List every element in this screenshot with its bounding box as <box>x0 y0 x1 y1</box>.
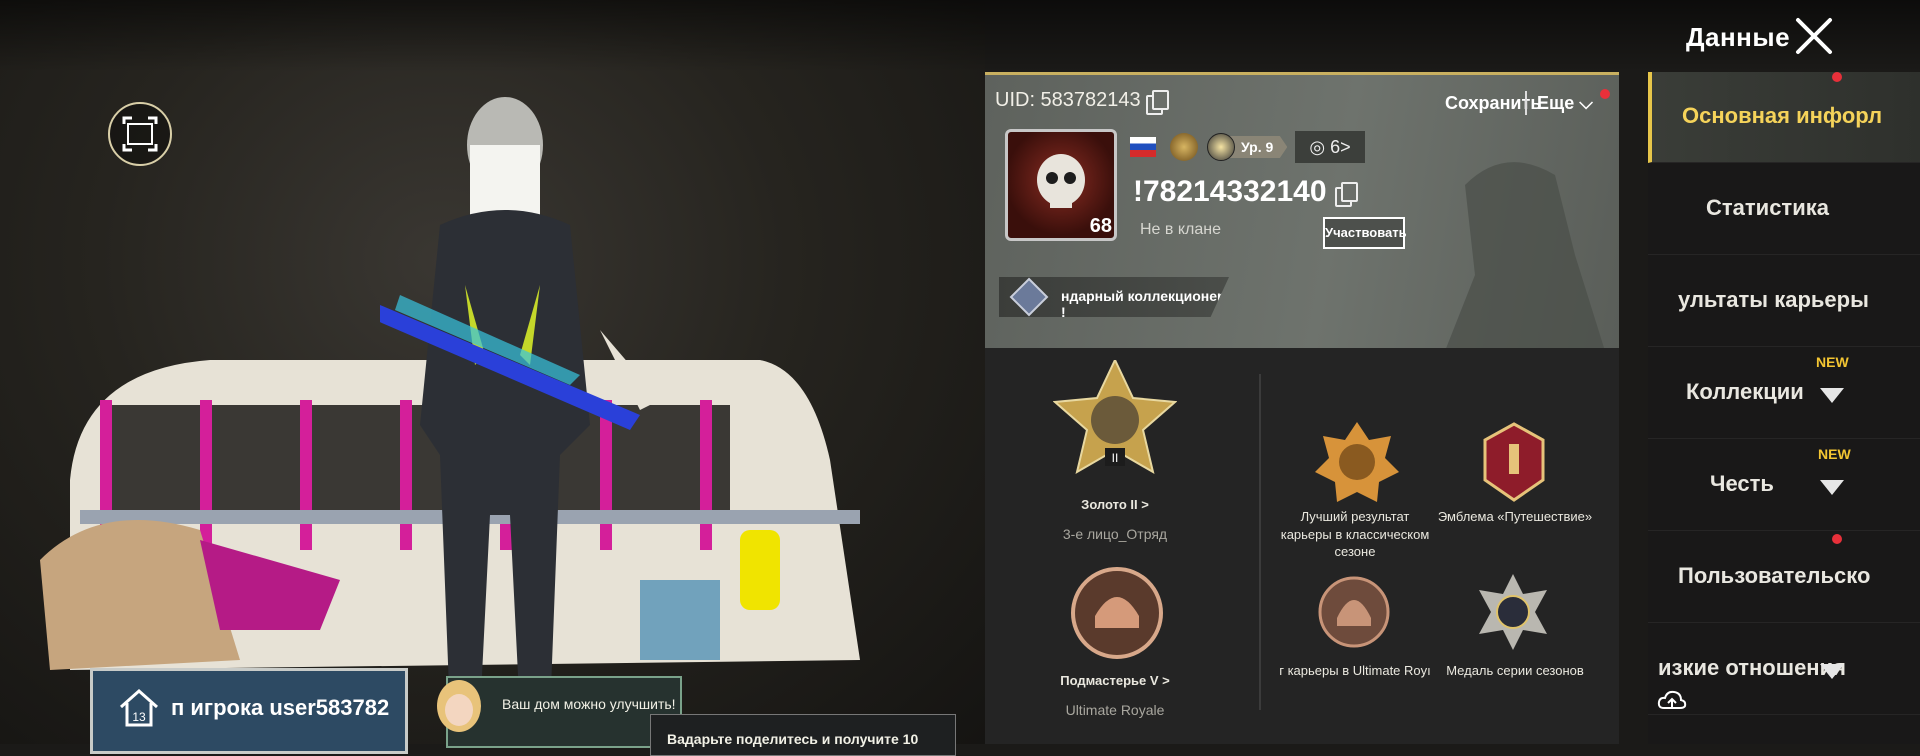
card-level: 13 <box>132 710 146 724</box>
career-ur-medal-icon[interactable] <box>1317 572 1391 650</box>
uid-text: UID: 583782143 <box>995 89 1141 111</box>
rank-roman-numeral: II <box>1112 451 1119 465</box>
fullscreen-button[interactable] <box>108 102 172 166</box>
chevron-down-icon: ⌵ <box>1579 93 1593 113</box>
sidebar-item-statistics[interactable]: Статистика <box>1648 164 1920 255</box>
compass-icon <box>1207 133 1235 161</box>
home-icon: 13 <box>120 688 158 727</box>
tier-icon: ◎ <box>1309 137 1326 157</box>
rank-badge-icon[interactable] <box>1170 133 1198 161</box>
copy-name-icon[interactable] <box>1334 182 1358 208</box>
soldier-silhouette <box>1445 162 1605 351</box>
close-icon[interactable] <box>1794 16 1834 56</box>
title-banner[interactable]: ндарный коллекционер ! <box>999 277 1229 317</box>
sidebar-item-label: Коллекции <box>1686 379 1804 404</box>
rank-gold-label[interactable]: Золото II > <box>1035 496 1195 514</box>
house-notice-text: Ваш дом можно улучшить! <box>502 696 676 712</box>
career-ur-label: г карьеры в Ultimate Royı <box>1279 663 1431 678</box>
profile-panel: UID: 583782143 Сохранить Еще ⌵ 68 Ур. 9 … <box>985 72 1619 354</box>
divider <box>1525 91 1527 115</box>
expand-arrow-icon <box>1820 664 1844 679</box>
career-gold-medal-icon[interactable] <box>1315 420 1399 504</box>
fullscreen-icon <box>122 116 158 152</box>
copy-uid-icon[interactable] <box>1146 89 1170 115</box>
season-medal-label: Медаль серии сезонов <box>1446 663 1584 678</box>
more-dropdown[interactable]: Еще ⌵ <box>1537 93 1593 114</box>
join-button[interactable]: Участвовать <box>1323 217 1407 249</box>
top-bar <box>0 0 1920 72</box>
rank-apprentice-label[interactable]: Подмастерье V > <box>1035 672 1195 690</box>
share-reward-widget[interactable]: Вадарьте поделитесь и получите 10 <box>650 714 956 756</box>
sidebar-item-honor[interactable]: NEW Честь <box>1648 440 1920 531</box>
apprentice-rank-icon[interactable] <box>1067 558 1167 668</box>
player-card-text: п игрока user583782 <box>171 695 390 720</box>
page-title: Данные <box>1686 22 1791 52</box>
new-tag: NEW <box>1818 446 1851 462</box>
player-character <box>380 97 640 715</box>
sidebar-item-label: Статистика <box>1706 195 1829 220</box>
best-career-label: Лучший результат карьеры в классическом … <box>1280 509 1430 560</box>
rank-gold-mode: 3-е лицо_Отряд <box>1062 526 1168 542</box>
expand-arrow-icon <box>1820 388 1844 403</box>
notification-dot <box>1832 534 1842 544</box>
tier-text: 6> <box>1330 137 1351 157</box>
sidebar-item-label: ультаты карьеры <box>1678 287 1869 312</box>
uid-label: UID: 583782143 <box>995 89 1170 115</box>
expand-arrow-icon <box>1820 480 1844 495</box>
sidebar-item-label: изкие отношения <box>1658 655 1846 680</box>
sidebar-item-collections[interactable]: NEW Коллекции <box>1648 348 1920 439</box>
avatar-level: 68 <box>1089 215 1112 237</box>
gold-rank-icon[interactable]: II <box>1053 360 1177 480</box>
sidebar-item-label: Основная инфорл <box>1682 103 1883 128</box>
sidebar-item-custom[interactable]: Пользовательско <box>1648 532 1920 623</box>
sidebar-item-basic-info[interactable]: Основная инфорл <box>1648 72 1920 163</box>
cloud-upload-icon[interactable] <box>1657 688 1687 712</box>
share-reward-text: Вадарьте поделитесь и получите 10 <box>667 731 919 747</box>
more-label: Еще <box>1537 93 1575 113</box>
house-notice-widget[interactable]: Ваш дом можно улучшить! <box>437 676 682 748</box>
sidebar-item-career[interactable]: ультаты карьеры <box>1648 256 1920 347</box>
notification-dot <box>1832 72 1842 82</box>
title-banner-text: ндарный коллекционер ! <box>1061 288 1226 320</box>
emblem-label: Эмблема «Путешествие» <box>1437 509 1593 524</box>
player-name: !78214332140 <box>1133 175 1358 209</box>
new-tag: NEW <box>1816 354 1849 370</box>
sidebar-item-label: Пользовательско <box>1678 563 1871 588</box>
achievements-panel: II Золото II > 3-е лицо_Отряд Подмастерь… <box>985 348 1619 744</box>
clan-status: Не в клане <box>1140 221 1221 238</box>
journey-emblem-icon[interactable] <box>1483 422 1545 502</box>
player-card-widget[interactable]: 13 п игрока user583782 <box>90 668 408 754</box>
season-series-medal-icon[interactable] <box>1473 572 1553 650</box>
sidebar-item-relations[interactable]: изкие отношения <box>1648 624 1920 715</box>
divider <box>1259 374 1261 710</box>
tier-badge[interactable]: ◎ 6> <box>1295 131 1365 163</box>
avatar[interactable]: 68 <box>1005 129 1117 241</box>
sidebar-item-label: Честь <box>1710 471 1774 496</box>
russia-flag-icon <box>1130 137 1156 157</box>
player-name-text: !78214332140 <box>1133 175 1327 208</box>
rank-apprentice-mode: Ultimate Royale <box>1065 702 1165 718</box>
assistant-avatar <box>437 680 481 732</box>
notification-dot <box>1600 89 1610 99</box>
collector-badge-icon <box>1009 277 1049 317</box>
sidebar: Основная инфорл Статистика ультаты карье… <box>1648 72 1920 744</box>
